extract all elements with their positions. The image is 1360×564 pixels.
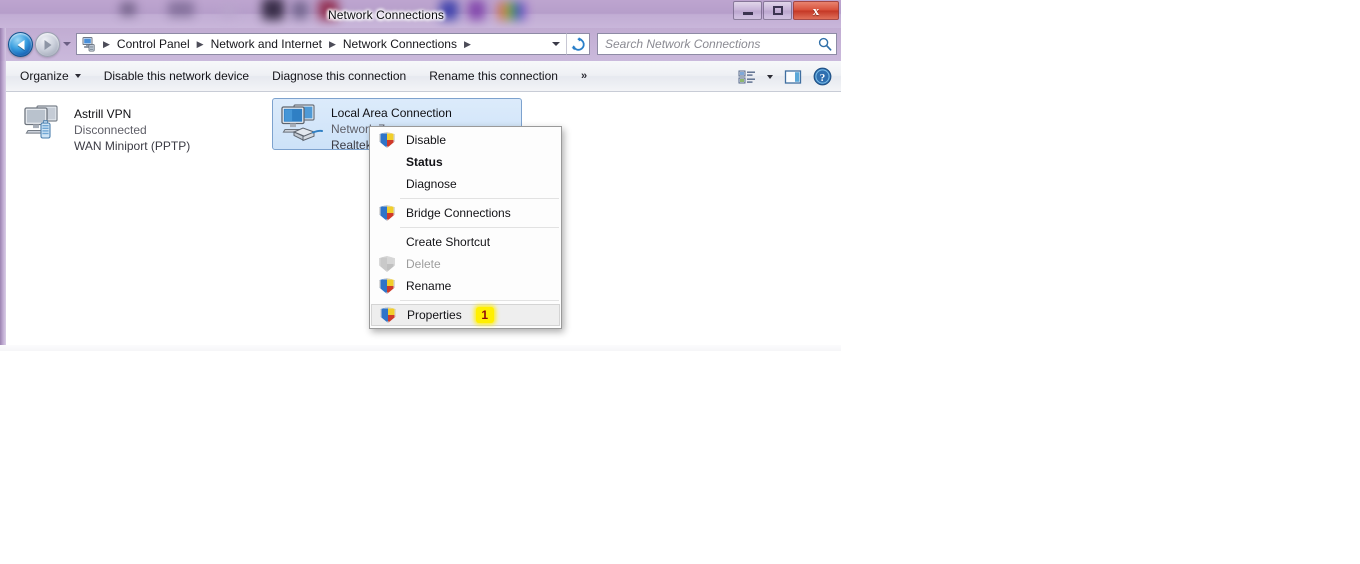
- vpn-connection-icon: [20, 103, 68, 147]
- organize-label: Organize: [20, 69, 69, 83]
- preview-pane-button[interactable]: [780, 65, 806, 89]
- menu-item-label: Delete: [406, 257, 441, 271]
- connection-context-menu: Disable Status Diagnose Bridge Connectio…: [369, 126, 562, 329]
- rename-connection-label: Rename this connection: [429, 69, 558, 83]
- maximize-icon: [772, 6, 783, 15]
- address-dropdown-button[interactable]: [546, 34, 566, 54]
- connection-name: Local Area Connection: [331, 106, 452, 120]
- window-title: Network Connections: [328, 8, 444, 22]
- glass-blur-artifact: [468, 0, 485, 20]
- back-arrow-icon: [17, 39, 24, 50]
- diagnose-connection-label: Diagnose this connection: [272, 69, 407, 83]
- window-frame-bottom: [0, 345, 841, 351]
- menu-item-delete: Delete: [371, 253, 560, 275]
- menu-item-rename[interactable]: Rename: [371, 275, 560, 297]
- view-list-icon: [738, 70, 755, 83]
- change-view-button[interactable]: [734, 65, 760, 89]
- address-bar-row: ▶ Control Panel ▶ Network and Internet ▶…: [0, 28, 841, 61]
- close-button[interactable]: x: [793, 1, 839, 20]
- menu-item-label: Create Shortcut: [406, 235, 491, 249]
- search-box[interactable]: Search Network Connections: [597, 33, 837, 55]
- toolbar-right-group: ?: [734, 61, 835, 92]
- refresh-button[interactable]: [566, 33, 590, 55]
- minimize-button[interactable]: [733, 1, 762, 20]
- menu-item-disable[interactable]: Disable: [371, 129, 560, 151]
- menu-separator: [400, 198, 559, 199]
- uac-shield-icon: [375, 276, 399, 296]
- menu-no-icon: [375, 174, 399, 194]
- menu-no-icon: [375, 232, 399, 252]
- chevron-down-icon: [74, 74, 81, 78]
- uac-shield-icon: [375, 203, 399, 223]
- menu-item-label: Disable: [406, 133, 447, 147]
- annotation-badge-1: 1: [475, 307, 494, 323]
- svg-text:?: ?: [819, 72, 825, 84]
- menu-separator: [400, 227, 559, 228]
- breadcrumb-separator: ▶: [103, 39, 110, 49]
- menu-item-bridge-connections[interactable]: Bridge Connections: [371, 202, 560, 224]
- menu-separator: [400, 300, 559, 301]
- menu-no-icon: [375, 152, 399, 172]
- minimize-icon: [742, 12, 753, 15]
- glass-blur-artifact: [168, 1, 194, 17]
- glass-blur-artifact: [292, 1, 308, 19]
- glass-blur-artifact: [222, 4, 236, 17]
- help-icon: ?: [813, 67, 831, 86]
- breadcrumb-separator[interactable]: ▶: [191, 34, 210, 54]
- menu-item-label: Properties: [407, 308, 462, 322]
- back-button[interactable]: [8, 32, 33, 57]
- menu-item-label: Status: [406, 155, 443, 169]
- glass-blur-artifact: [262, 0, 284, 20]
- menu-item-label: Bridge Connections: [406, 206, 511, 220]
- recent-pages-dropdown-icon[interactable]: [63, 42, 71, 46]
- chevron-down-icon: [767, 74, 773, 79]
- breadcrumb-separator[interactable]: ▶: [458, 34, 477, 54]
- preview-pane-icon: [784, 69, 802, 84]
- organize-button[interactable]: Organize: [11, 65, 90, 87]
- menu-item-label: Rename: [406, 279, 452, 293]
- breadcrumb-separator[interactable]: ▶: [323, 34, 342, 54]
- breadcrumb-network-connections[interactable]: Network Connections: [342, 34, 458, 54]
- double-chevron-right-icon: »: [580, 70, 587, 82]
- uac-shield-icon: [375, 130, 399, 150]
- maximize-button[interactable]: [763, 1, 792, 20]
- close-icon: x: [812, 3, 820, 18]
- search-input[interactable]: Search Network Connections: [605, 37, 814, 51]
- menu-item-diagnose[interactable]: Diagnose: [371, 173, 560, 195]
- toolbar-overflow-button[interactable]: »: [572, 66, 595, 86]
- menu-item-status[interactable]: Status: [371, 151, 560, 173]
- disable-device-label: Disable this network device: [103, 69, 250, 83]
- forward-arrow-icon: [44, 39, 51, 50]
- command-toolbar: Organize Disable this network device Dia…: [6, 61, 841, 92]
- refresh-icon: [571, 36, 585, 51]
- lan-connection-icon: [277, 102, 325, 146]
- menu-item-create-shortcut[interactable]: Create Shortcut: [371, 231, 560, 253]
- address-bar[interactable]: ▶ Control Panel ▶ Network and Internet ▶…: [76, 33, 566, 55]
- uac-shield-icon: [376, 305, 400, 325]
- connection-item-astrill-vpn[interactable]: Astrill VPN Disconnected WAN Miniport (P…: [16, 100, 264, 153]
- diagnose-connection-button[interactable]: Diagnose this connection: [263, 65, 415, 87]
- glass-blur-artifact: [120, 2, 136, 16]
- search-icon[interactable]: [814, 37, 836, 51]
- forward-button[interactable]: [35, 32, 60, 57]
- network-folder-icon: [81, 36, 97, 52]
- rename-connection-button[interactable]: Rename this connection: [420, 65, 567, 87]
- chevron-down-icon: [552, 42, 560, 46]
- help-button[interactable]: ?: [809, 65, 835, 89]
- connection-status: Disconnected: [74, 123, 147, 137]
- connection-device: WAN Miniport (PPTP): [74, 139, 191, 153]
- menu-item-label: Diagnose: [406, 177, 457, 191]
- breadcrumb-control-panel[interactable]: Control Panel: [116, 34, 191, 54]
- glass-blur-artifact: [498, 2, 526, 20]
- connection-name: Astrill VPN: [74, 107, 132, 121]
- window-titlebar[interactable]: Network Connections x: [0, 0, 841, 28]
- change-view-dropdown[interactable]: [763, 65, 777, 89]
- disable-network-device-button[interactable]: Disable this network device: [95, 65, 258, 87]
- window-controls: x: [732, 1, 839, 20]
- breadcrumb-network-and-internet[interactable]: Network and Internet: [210, 34, 323, 54]
- uac-shield-icon-disabled: [375, 254, 399, 274]
- menu-item-properties[interactable]: Properties 1: [371, 304, 560, 326]
- connection-text-block: Astrill VPN Disconnected WAN Miniport (P…: [74, 103, 190, 154]
